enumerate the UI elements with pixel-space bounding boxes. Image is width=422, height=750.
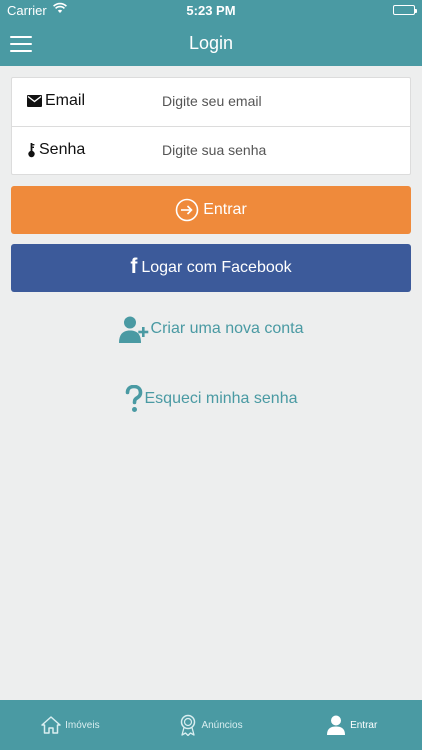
email-field[interactable] [162,89,397,113]
password-row: Senha [12,126,410,175]
badge-icon [181,714,196,736]
user-icon [327,715,346,735]
facebook-icon: f [130,255,138,278]
clock: 5:23 PM [186,3,236,18]
forgot-password-label: Esqueci minha senha [144,390,298,407]
login-form: Email Senha [11,77,411,175]
envelope-icon [27,95,42,107]
email-label-group: Email [27,92,85,110]
tab-imoveis[interactable]: Imóveis [0,700,141,750]
key-icon [28,143,35,158]
home-icon [41,716,61,734]
password-field[interactable] [162,138,397,162]
password-label: Senha [39,141,86,158]
tab-entrar[interactable]: Entrar [281,700,422,750]
email-row: Email [12,78,410,126]
facebook-login-button[interactable]: f Logar com Facebook [11,244,411,292]
add-user-icon [118,316,148,343]
tab-anuncios[interactable]: Anúncios [141,700,282,750]
tab-entrar-label: Entrar [350,719,378,731]
question-mark-icon [125,385,142,412]
password-label-group: Senha [27,141,85,159]
tab-imoveis-label: Imóveis [65,719,100,731]
tab-bar: Imóveis Anúncios Entrar [0,700,422,750]
create-account-label: Criar uma nova conta [150,320,304,337]
tab-anuncios-label: Anúncios [201,719,243,731]
page-title: Login [188,33,234,53]
email-label: Email [45,92,86,109]
login-button[interactable]: Entrar [11,186,411,234]
forgot-password-link[interactable]: Esqueci minha senha [0,385,422,413]
status-bar: Carrier 5:23 PM [0,0,422,22]
battery-icon [393,5,417,15]
login-button-label: Entrar [203,201,247,218]
nav-bar: Login [0,22,422,66]
sign-in-icon [175,198,199,222]
facebook-button-label: Logar com Facebook [141,259,292,276]
create-account-link[interactable]: Criar uma nova conta [0,315,422,343]
